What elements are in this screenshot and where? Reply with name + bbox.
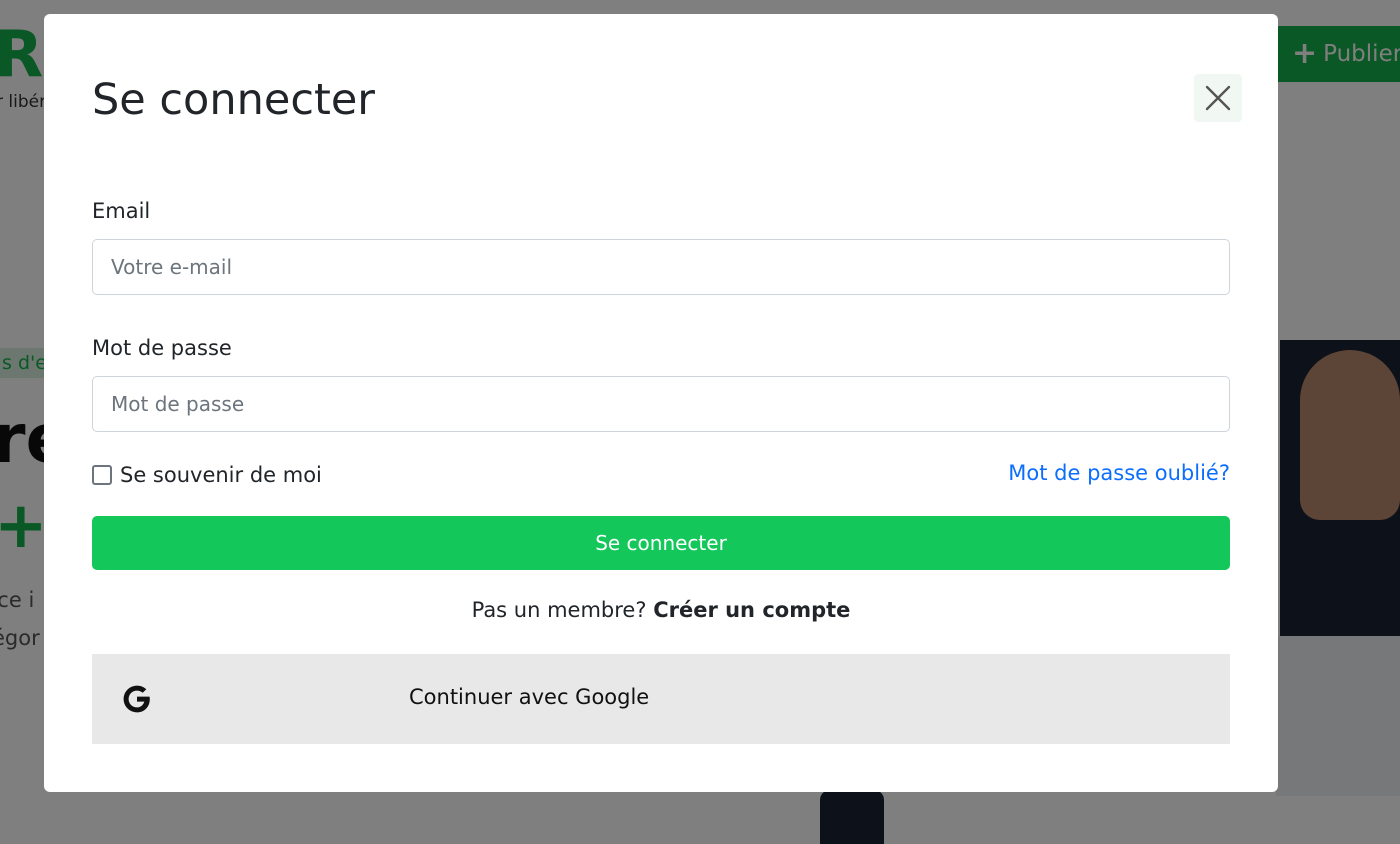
remember-me-checkbox[interactable] (92, 465, 112, 485)
login-modal: Se connecter Email Mot de passe Se souve… (44, 14, 1278, 792)
google-icon (123, 685, 150, 713)
password-label: Mot de passe (92, 336, 232, 360)
login-button[interactable]: Se connecter (92, 516, 1230, 570)
google-login-button[interactable]: Continuer avec Google (92, 654, 1230, 744)
modal-title: Se connecter (92, 75, 375, 125)
close-icon (1205, 85, 1231, 111)
create-account-link[interactable]: Créer un compte (653, 598, 850, 622)
close-button[interactable] (1194, 74, 1242, 122)
forgot-password-link[interactable]: Mot de passe oublié? (1008, 461, 1230, 485)
remember-me-label: Se souvenir de moi (120, 463, 322, 487)
signup-row: Pas un membre? Créer un compte (92, 598, 1230, 622)
remember-me[interactable]: Se souvenir de moi (92, 460, 322, 490)
email-input[interactable] (92, 239, 1230, 295)
password-input[interactable] (92, 376, 1230, 432)
google-login-label: Continuer avec Google (409, 685, 650, 709)
email-label: Email (92, 199, 151, 223)
signup-prompt: Pas un membre? (471, 598, 647, 622)
